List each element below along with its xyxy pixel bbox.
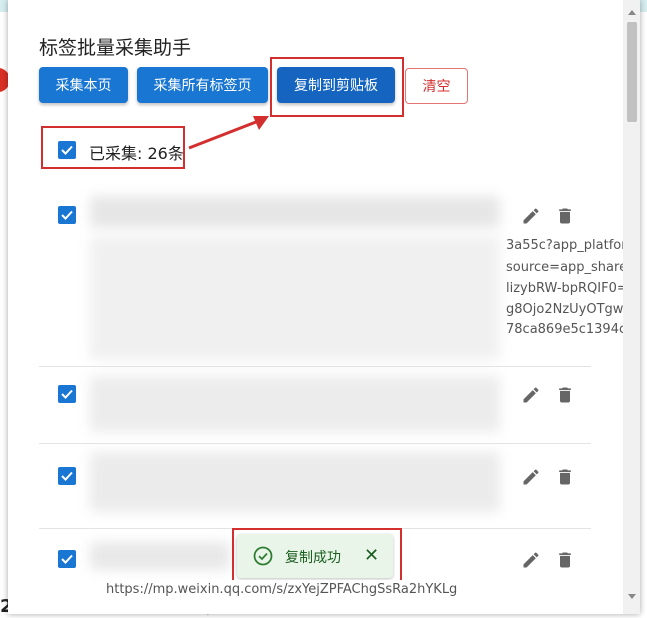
check-circle-icon (253, 546, 273, 566)
row-title-redacted (90, 376, 500, 432)
scrollbar-thumb[interactable] (627, 22, 637, 122)
trash-icon[interactable] (555, 550, 575, 570)
row-title-redacted (90, 542, 230, 570)
trash-icon[interactable] (555, 467, 575, 487)
scroll-up-icon[interactable] (628, 10, 636, 15)
row-checkbox[interactable] (58, 385, 76, 403)
url-fragment: lizybRW-bpRQIF0= (506, 281, 628, 296)
trash-icon[interactable] (555, 206, 575, 226)
pencil-icon[interactable] (521, 385, 541, 405)
row-divider (39, 443, 591, 444)
pencil-icon[interactable] (521, 550, 541, 570)
select-all-checkbox[interactable] (58, 141, 76, 159)
row-title-redacted (90, 196, 500, 228)
collect-all-tabs-button[interactable]: 采集所有标签页 (137, 67, 268, 103)
row-divider (39, 366, 591, 367)
row-url-redacted (90, 236, 500, 360)
collect-page-button[interactable]: 采集本页 (39, 67, 128, 103)
check-icon (61, 145, 73, 155)
collected-count-label: 已采集: 26条 (89, 144, 184, 163)
row-checkbox[interactable] (58, 206, 76, 224)
success-toast: 复制成功 ✕ (237, 534, 393, 578)
pencil-icon[interactable] (521, 206, 541, 226)
trash-icon[interactable] (555, 385, 575, 405)
url-fragment: source=app_share (506, 260, 628, 275)
extension-popup: 标签批量采集助手 采集本页 采集所有标签页 复制到剪贴板 清空 已采集: 26条… (8, 0, 640, 614)
url-fragment: g8Ojo2NzUyOTgwN (506, 302, 634, 317)
url-fragment: 3a55c?app_platfor (506, 238, 627, 253)
close-icon[interactable]: ✕ (364, 545, 379, 566)
popup-title: 标签批量采集助手 (39, 37, 192, 59)
pencil-icon[interactable] (521, 467, 541, 487)
row-checkbox[interactable] (58, 467, 76, 485)
check-icon (61, 471, 73, 481)
row-checkbox[interactable] (58, 550, 76, 568)
clear-button[interactable]: 清空 (405, 68, 468, 104)
check-icon (61, 210, 73, 220)
check-icon (61, 554, 73, 564)
scroll-down-icon[interactable] (628, 594, 636, 599)
status-bar-url: https://mp.weixin.qq.com/s/zxYejZPFAChgS… (102, 580, 462, 599)
check-icon (61, 389, 73, 399)
toast-message: 复制成功 (285, 550, 341, 566)
url-fragment: 78ca869e5c1394c (506, 322, 627, 337)
annotation-arrow (188, 116, 269, 150)
highlight-box-copy (270, 57, 404, 117)
row-title-redacted (90, 452, 500, 512)
